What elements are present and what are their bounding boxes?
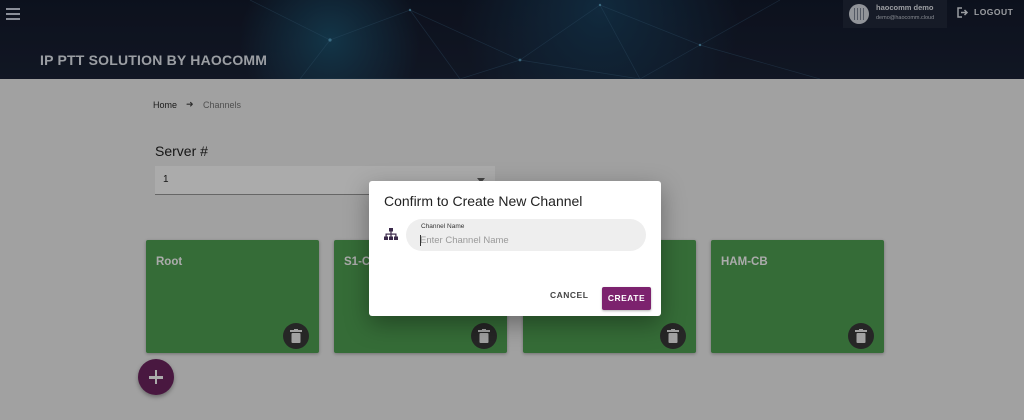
channel-name-field[interactable]: Channel Name: [406, 219, 646, 251]
channel-name-label: Channel Name: [421, 223, 465, 230]
cancel-button[interactable]: CANCEL: [550, 290, 588, 300]
dialog-title: Confirm to Create New Channel: [384, 193, 583, 209]
create-button[interactable]: CREATE: [602, 287, 651, 310]
text-caret: [420, 235, 421, 246]
sitemap-icon: [384, 228, 398, 240]
create-channel-dialog: Confirm to Create New Channel Channel Na…: [369, 181, 661, 316]
channel-name-input[interactable]: [420, 234, 630, 247]
